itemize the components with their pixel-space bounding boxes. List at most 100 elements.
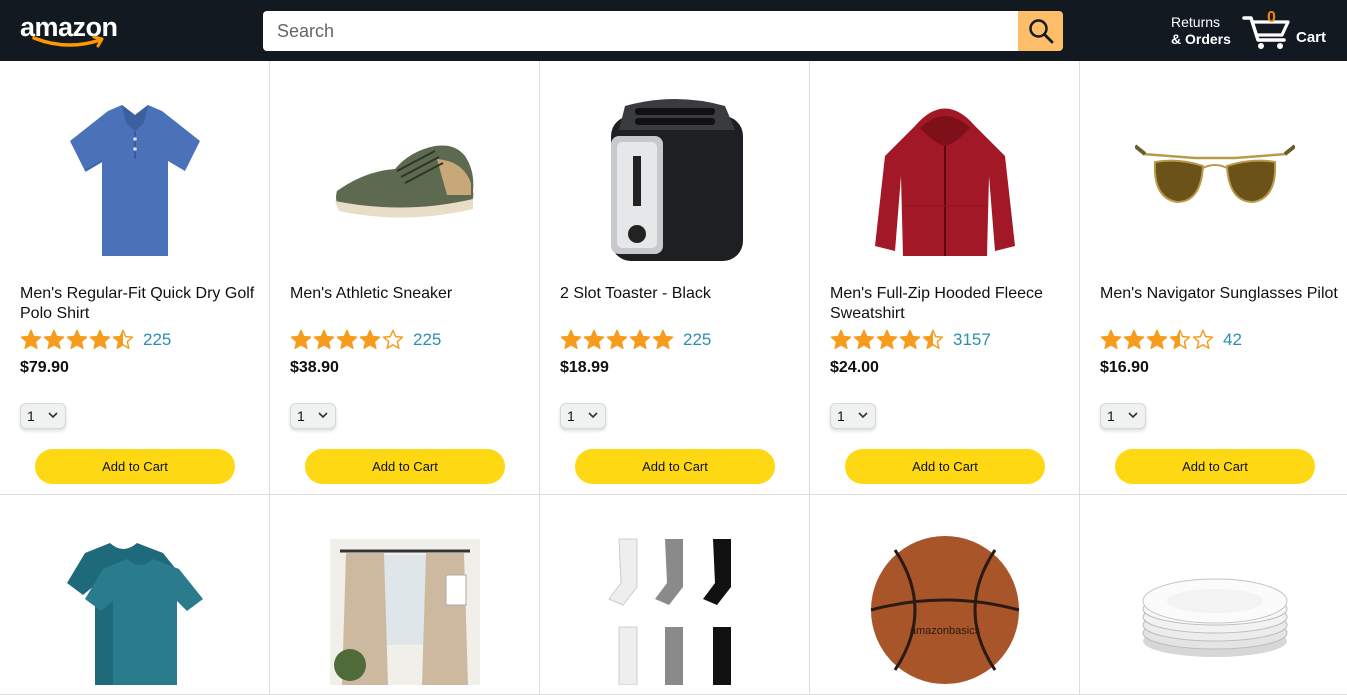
product-title[interactable]: 2 Slot Toaster - Black [560, 284, 800, 304]
curtains-image [330, 539, 480, 685]
returns-orders-link[interactable]: Returns & Orders [1171, 14, 1231, 48]
product-image[interactable] [20, 91, 250, 271]
star-full-icon [830, 329, 852, 349]
search-icon [1028, 19, 1053, 44]
product-image[interactable] [830, 91, 1060, 271]
polo-shirt-image [70, 105, 200, 256]
sneaker-image [335, 145, 474, 218]
star-half-icon [1169, 329, 1191, 349]
hoodie-image [875, 108, 1015, 256]
star-empty-icon [1192, 329, 1214, 349]
product-card: Men's Athletic Sneaker 225 $38.90 1 Add … [270, 61, 540, 495]
rating-count[interactable]: 3157 [953, 330, 991, 350]
product-image[interactable] [1100, 91, 1330, 271]
quantity-value: 1 [567, 408, 575, 424]
product-image[interactable] [1100, 535, 1330, 685]
rating-count[interactable]: 225 [143, 330, 171, 350]
product-title[interactable]: Men's Navigator Sunglasses Pilot [1100, 284, 1340, 304]
product-price: $79.90 [20, 359, 69, 376]
quantity-select[interactable]: 1 [290, 403, 336, 429]
search-input[interactable] [263, 11, 1018, 51]
quantity-select[interactable]: 1 [1100, 403, 1146, 429]
star-full-icon [1100, 329, 1122, 349]
star-full-icon [1146, 329, 1168, 349]
add-to-cart-button[interactable]: Add to Cart [35, 449, 235, 484]
star-full-icon [560, 329, 582, 349]
chevron-down-icon [858, 412, 868, 419]
product-price: $16.90 [1100, 359, 1149, 376]
star-full-icon [583, 329, 605, 349]
star-rating [20, 329, 135, 351]
product-price: $24.00 [830, 359, 879, 376]
product-title[interactable]: Men's Full-Zip Hooded Fleece Sweatshirt [830, 284, 1070, 324]
product-price: $38.90 [290, 359, 339, 376]
star-rating [560, 329, 675, 351]
chevron-down-icon [588, 412, 598, 419]
basketball-brand-text: amazonbasics [910, 625, 981, 637]
product-image[interactable]: amazonbasics [830, 535, 1060, 685]
product-rating[interactable]: 225 [560, 328, 711, 352]
product-rating[interactable]: 3157 [830, 328, 991, 352]
quantity-select[interactable]: 1 [20, 403, 66, 429]
star-full-icon [899, 329, 921, 349]
quantity-value: 1 [837, 408, 845, 424]
product-rating[interactable]: 225 [290, 328, 441, 352]
sunglasses-image [1135, 144, 1295, 204]
add-to-cart-button[interactable]: Add to Cart [1115, 449, 1315, 484]
product-card [270, 495, 540, 695]
basketball-image: amazonbasics [870, 536, 1020, 684]
logo-smile-icon [32, 35, 104, 48]
chevron-down-icon [318, 412, 328, 419]
add-to-cart-button[interactable]: Add to Cart [305, 449, 505, 484]
quantity-value: 1 [27, 408, 35, 424]
socks-image [608, 538, 731, 685]
quantity-select[interactable]: 1 [830, 403, 876, 429]
chevron-down-icon [48, 412, 58, 419]
product-image[interactable] [560, 535, 790, 685]
toaster-image [611, 99, 743, 261]
star-rating [1100, 329, 1215, 351]
search-button[interactable] [1018, 11, 1063, 51]
returns-label: Returns [1171, 14, 1221, 30]
product-card: amazonbasics [810, 495, 1080, 695]
star-full-icon [359, 329, 381, 349]
star-half-icon [112, 329, 134, 349]
star-full-icon [1123, 329, 1145, 349]
star-rating [830, 329, 945, 351]
star-rating [290, 329, 405, 351]
product-title[interactable]: Men's Athletic Sneaker [290, 284, 530, 304]
product-title[interactable]: Men's Regular-Fit Quick Dry Golf Polo Sh… [20, 284, 260, 324]
cart-link[interactable]: 0 Cart [1240, 8, 1335, 54]
product-card: 2 Slot Toaster - Black 225 $18.99 1 Add … [540, 61, 810, 495]
rating-count[interactable]: 42 [1223, 330, 1242, 350]
star-full-icon [876, 329, 898, 349]
star-full-icon [606, 329, 628, 349]
chevron-down-icon [1128, 412, 1138, 419]
star-full-icon [290, 329, 312, 349]
quantity-value: 1 [297, 408, 305, 424]
quantity-select[interactable]: 1 [560, 403, 606, 429]
rating-count[interactable]: 225 [683, 330, 711, 350]
product-image[interactable] [290, 535, 520, 685]
rating-count[interactable]: 225 [413, 330, 441, 350]
product-card [1080, 495, 1347, 695]
product-image[interactable] [20, 535, 250, 685]
product-card [0, 495, 270, 695]
star-full-icon [20, 329, 42, 349]
tshirts-image [67, 543, 203, 685]
amazon-logo[interactable]: amazon [20, 13, 124, 49]
add-to-cart-button[interactable]: Add to Cart [845, 449, 1045, 484]
star-full-icon [336, 329, 358, 349]
star-full-icon [629, 329, 651, 349]
star-full-icon [313, 329, 335, 349]
product-rating[interactable]: 225 [20, 328, 171, 352]
product-card [540, 495, 810, 695]
product-image[interactable] [560, 91, 790, 271]
product-price: $18.99 [560, 359, 609, 376]
add-to-cart-button[interactable]: Add to Cart [575, 449, 775, 484]
product-rating[interactable]: 42 [1100, 328, 1242, 352]
product-image[interactable] [290, 91, 520, 271]
product-card: Men's Regular-Fit Quick Dry Golf Polo Sh… [0, 61, 270, 495]
product-card: Men's Navigator Sunglasses Pilot 42 $16.… [1080, 61, 1347, 495]
orders-label: & Orders [1171, 31, 1231, 47]
